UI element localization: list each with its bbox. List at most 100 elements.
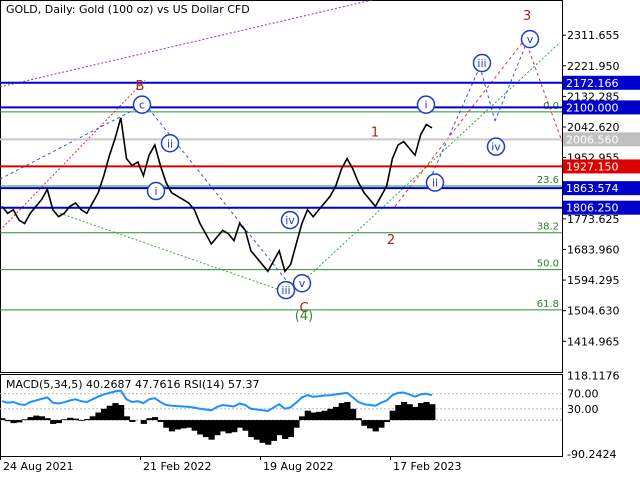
macd-bar	[208, 420, 215, 440]
macd-bar	[21, 419, 28, 421]
macd-bar	[367, 420, 374, 429]
macd-bar	[123, 416, 130, 421]
macd-bar	[265, 420, 272, 445]
wave-label-blue: iii	[477, 57, 486, 70]
price-level-label: 1927.150	[566, 160, 619, 173]
price-level-label: 2100.000	[566, 101, 619, 114]
macd-bar	[168, 420, 176, 432]
price-level-label: 2172.166	[566, 77, 619, 90]
macd-bar	[417, 403, 425, 421]
macd-bar	[67, 417, 74, 421]
macd-bar	[4, 420, 12, 422]
macd-bar	[95, 412, 102, 421]
macd-bar	[372, 420, 379, 432]
macd-bar	[27, 417, 34, 421]
indicator-title: MACD(5,34,5) 40.2687 47.7616 RSI(14) 57.…	[6, 378, 260, 391]
wave-label-red: (4)	[295, 309, 313, 324]
indicator-tick-label: 70.00	[567, 388, 599, 401]
wave-label-red: B	[136, 79, 145, 94]
macd-bar	[299, 416, 306, 421]
wave-label-blue: v	[527, 33, 534, 46]
chart-svg: 2311.6552221.9502132.2852042.6201952.955…	[0, 0, 640, 473]
macd-bar	[293, 420, 300, 428]
macd-bar	[253, 420, 260, 440]
macd-bar	[174, 420, 181, 430]
macd-bar	[202, 420, 210, 438]
price-tick-label: 2042.620	[567, 121, 620, 134]
fib-level-label: 50.0	[537, 259, 559, 270]
x-tick-label: 19 Aug 2022	[263, 460, 333, 473]
macd-bar	[412, 406, 419, 421]
macd-bar	[327, 408, 334, 421]
wave-label-red: 1	[371, 125, 379, 140]
indicator-tick-label: 30.00	[567, 403, 599, 416]
macd-bar	[146, 418, 153, 421]
macd-bar	[219, 420, 227, 432]
macd-bar	[333, 406, 340, 421]
x-tick-label: 21 Feb 2022	[143, 460, 211, 473]
macd-bar	[429, 404, 436, 421]
macd-bar	[350, 408, 357, 421]
projection-red-2	[524, 38, 563, 142]
macd-bar	[383, 420, 391, 422]
price-tick-label: 1414.965	[567, 335, 620, 348]
projection-blue-3	[494, 38, 529, 122]
macd-bar	[129, 420, 136, 422]
price-level-label: 1863.574	[566, 182, 619, 195]
fib-level-label: 38.2	[537, 222, 559, 233]
macd-bar	[236, 420, 243, 428]
wave-label-red: 2	[387, 233, 395, 248]
price-level-label: 2006.560	[566, 133, 619, 146]
macd-bar	[185, 420, 193, 428]
macd-bar	[106, 405, 113, 421]
macd-bar	[310, 412, 317, 421]
wave-label-blue: iv	[285, 214, 295, 227]
macd-bar	[78, 420, 85, 421]
macd-bar	[304, 410, 311, 421]
macd-bar	[157, 420, 164, 422]
macd-bar	[191, 420, 198, 431]
macd-bar	[395, 405, 402, 421]
wave-label-blue: ii	[432, 177, 438, 190]
macd-bar	[231, 420, 238, 433]
indicator-tick-label: -90.2424	[567, 448, 616, 461]
price-level-label: 1806.250	[566, 202, 619, 215]
wave-label-blue: i	[424, 99, 427, 112]
macd-bar	[400, 402, 408, 421]
price-tick-label: 1594.295	[567, 274, 620, 287]
price-tick-label: 1504.630	[567, 305, 620, 318]
macd-bar	[10, 420, 17, 424]
trend-line-support	[59, 212, 291, 294]
x-tick-label: 17 Feb 2023	[393, 460, 461, 473]
macd-bar	[180, 420, 187, 429]
macd-bar	[38, 416, 45, 421]
wave-label-blue: v	[299, 277, 306, 290]
macd-bar	[287, 420, 294, 438]
macd-bar	[214, 420, 221, 436]
macd-bar	[361, 420, 368, 426]
macd-bar	[84, 419, 91, 421]
wave-guide-1	[0, 103, 146, 180]
macd-bar	[406, 404, 413, 421]
macd-bar	[44, 418, 51, 421]
macd-bar	[101, 408, 108, 421]
macd-bar	[276, 420, 283, 436]
macd-bar	[89, 416, 96, 421]
wave-label-blue: iv	[491, 141, 501, 154]
macd-bar	[16, 420, 23, 423]
macd-bar	[72, 418, 79, 421]
macd-bar	[248, 420, 255, 438]
projection-red-1	[394, 38, 526, 207]
macd-bar	[344, 402, 351, 421]
macd-bar	[242, 420, 249, 431]
wave-guide-2	[144, 103, 291, 286]
price-tick-label: 1683.960	[567, 243, 620, 256]
macd-bar	[152, 417, 159, 421]
chart-title: GOLD, Daily: Gold (100 oz) vs US Dollar …	[6, 3, 250, 16]
macd-bar	[282, 420, 289, 439]
macd-bar	[423, 402, 430, 421]
wave-label-blue: iii	[281, 284, 290, 297]
macd-bar	[316, 411, 323, 421]
wave-label-red: 3	[523, 9, 531, 24]
wave-label-blue: ii	[167, 137, 173, 150]
